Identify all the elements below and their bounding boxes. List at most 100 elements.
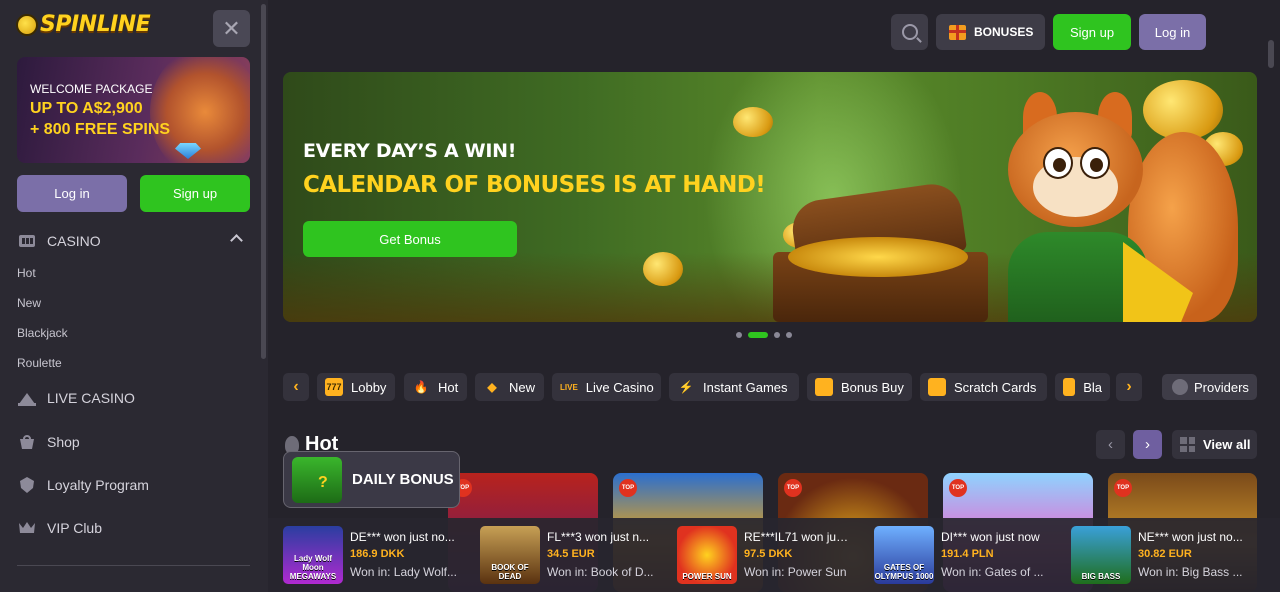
recent-win-item[interactable]: BIG BASS NE*** won just no... 30.82 EUR … xyxy=(1071,526,1248,584)
sidebar-item-loyalty[interactable]: Loyalty Program xyxy=(17,475,149,495)
top-badge: TOP xyxy=(1114,479,1132,497)
banner-dot-1[interactable] xyxy=(736,332,742,338)
get-bonus-button[interactable]: Get Bonus xyxy=(303,221,517,257)
categories-prev-button[interactable]: ‹ xyxy=(283,373,309,401)
hot-next-button[interactable]: › xyxy=(1133,430,1162,459)
banner-dot-4[interactable] xyxy=(786,332,792,338)
lightning-icon: ⚡ xyxy=(678,380,694,394)
chevron-up-icon[interactable] xyxy=(230,234,243,247)
mystery-box-icon xyxy=(292,456,342,503)
close-sidebar-button[interactable]: ✕ xyxy=(213,10,250,47)
chevron-left-icon: ‹ xyxy=(293,378,299,395)
tab-label: Bonus Buy xyxy=(841,379,904,395)
win-amount: 97.5 DKK xyxy=(744,548,793,560)
logo-coin-icon xyxy=(16,13,38,36)
live-casino-icon xyxy=(17,388,37,408)
promo-line-1: WELCOME PACKAGE xyxy=(30,82,153,96)
search-icon xyxy=(901,24,918,40)
sidebar-sub-roulette[interactable]: Roulette xyxy=(17,356,62,370)
chevron-right-icon: › xyxy=(1145,436,1150,453)
chevron-left-icon: ‹ xyxy=(1108,436,1113,453)
tab-label: Bla xyxy=(1083,379,1102,395)
welcome-promo-card[interactable]: WELCOME PACKAGE UP TO A$2,900 + 800 FREE… xyxy=(17,57,250,163)
tab-instant-games[interactable]: ⚡ Instant Games xyxy=(669,373,799,401)
header-login-button[interactable]: Log in xyxy=(1139,14,1206,50)
sidebar-item-shop[interactable]: Shop xyxy=(17,432,80,452)
tab-label: Live Casino xyxy=(585,379,654,395)
view-all-button[interactable]: View all xyxy=(1172,430,1257,459)
banner-dot-2[interactable] xyxy=(748,332,768,338)
top-badge: TOP xyxy=(949,479,967,497)
top-badge: TOP xyxy=(784,479,802,497)
chest-gold xyxy=(788,237,968,277)
win-game: Won in: Power Sun xyxy=(744,565,847,579)
top-badge: TOP xyxy=(619,479,637,497)
winner-name: DE*** won just no... xyxy=(350,530,455,544)
squirrel-mascot-image xyxy=(988,92,1238,322)
tab-label: New xyxy=(509,379,536,395)
tab-lobby[interactable]: 777 Lobby xyxy=(317,373,395,401)
win-game: Won in: Big Bass ... xyxy=(1138,565,1243,579)
sidebar-sub-new[interactable]: New xyxy=(17,296,41,310)
winner-name: NE*** won just no... xyxy=(1138,530,1243,544)
logo-text: SPINLINE xyxy=(40,12,151,37)
tab-label: Scratch Cards xyxy=(954,379,1037,395)
hot-prev-button[interactable]: ‹ xyxy=(1096,430,1125,459)
tab-blackjack[interactable]: Bla xyxy=(1055,373,1110,401)
squirrel-eye xyxy=(1080,147,1110,179)
tab-label: Hot xyxy=(438,379,459,395)
recent-win-item[interactable]: POWER SUN RE***IL71 won just... 97.5 DKK… xyxy=(677,526,854,584)
app-root: SPINLINE ✕ WELCOME PACKAGE UP TO A$2,900… xyxy=(0,0,1280,592)
win-amount: 186.9 DKK xyxy=(350,548,405,560)
casino-icon xyxy=(17,231,37,251)
squirrel-eye xyxy=(1043,147,1073,179)
promo-line-2: UP TO A$2,900 xyxy=(30,100,143,117)
blackjack-icon xyxy=(1063,378,1076,396)
treasure-chest-image xyxy=(763,180,988,322)
winner-name: DI*** won just now xyxy=(941,530,1040,544)
sidebar-item-vip[interactable]: VIP Club xyxy=(17,518,102,538)
tab-scratch-cards[interactable]: Scratch Cards xyxy=(920,373,1047,401)
win-amount: 191.4 PLN xyxy=(941,548,994,560)
sidebar-sub-hot[interactable]: Hot xyxy=(17,266,36,280)
sidebar-scrollbar-thumb[interactable] xyxy=(261,4,266,359)
promo-line-3: + 800 FREE SPINS xyxy=(30,121,171,138)
coin-image xyxy=(733,107,773,137)
sidebar-item-casino[interactable]: CASINO xyxy=(17,231,101,251)
chevron-right-icon: › xyxy=(1126,378,1132,395)
providers-button[interactable]: Providers xyxy=(1162,374,1257,400)
search-button[interactable] xyxy=(891,14,928,50)
tab-hot[interactable]: 🔥 Hot xyxy=(404,373,467,401)
daily-bonus-label: DAILY BONUS xyxy=(352,471,454,488)
game-thumbnail: POWER SUN xyxy=(677,526,737,584)
providers-icon xyxy=(1172,379,1188,395)
sidebar: SPINLINE ✕ WELCOME PACKAGE UP TO A$2,900… xyxy=(0,0,260,592)
daily-bonus-widget[interactable]: DAILY BONUS xyxy=(283,451,460,508)
recent-win-item[interactable]: GATES OF OLYMPUS 1000 DI*** won just now… xyxy=(874,526,1051,584)
banner-subheadline: CALENDAR OF BONUSES IS AT HAND! xyxy=(303,172,766,198)
crown-icon xyxy=(17,518,37,538)
tab-label: Instant Games xyxy=(703,379,788,395)
sidebar-sub-blackjack[interactable]: Blackjack xyxy=(17,326,68,340)
sidebar-item-live-casino[interactable]: LIVE CASINO xyxy=(17,388,135,408)
tab-new[interactable]: ◆ New xyxy=(475,373,544,401)
banner-headline: EVERY DAY’S A WIN! xyxy=(303,140,517,162)
categories-next-button[interactable]: › xyxy=(1116,373,1142,401)
game-thumbnail: GATES OF OLYMPUS 1000 xyxy=(874,526,934,584)
logo[interactable]: SPINLINE xyxy=(16,12,151,37)
win-amount: 30.82 EUR xyxy=(1138,548,1192,560)
main-scrollbar-thumb[interactable] xyxy=(1268,40,1274,68)
game-thumbnail: BIG BASS xyxy=(1071,526,1131,584)
tab-live-casino[interactable]: LIVE Live Casino xyxy=(552,373,661,401)
banner-dot-3[interactable] xyxy=(774,332,780,338)
sidebar-item-label: LIVE CASINO xyxy=(47,390,135,406)
recent-win-item[interactable]: Lady Wolf Moon MEGAWAYS DE*** won just n… xyxy=(283,526,460,584)
header-signup-button[interactable]: Sign up xyxy=(1053,14,1131,50)
recent-win-item[interactable]: BOOK OF DEAD FL***3 won just n... 34.5 E… xyxy=(480,526,657,584)
gift-icon xyxy=(949,24,966,40)
sidebar-login-button[interactable]: Log in xyxy=(17,175,127,212)
sidebar-signup-button[interactable]: Sign up xyxy=(140,175,250,212)
tab-bonus-buy[interactable]: Bonus Buy xyxy=(807,373,912,401)
bonuses-button[interactable]: BONUSES xyxy=(936,14,1045,50)
coin-image xyxy=(643,252,683,286)
